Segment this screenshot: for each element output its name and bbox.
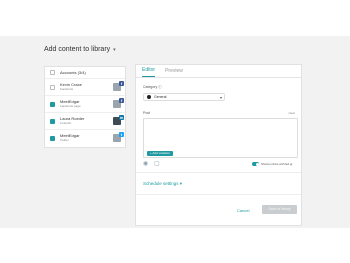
linkedin-icon: in bbox=[119, 115, 124, 120]
facebook-icon: f bbox=[119, 81, 124, 86]
page-title-text: Add content to library bbox=[44, 46, 111, 53]
post-textarea[interactable]: + Add variation bbox=[143, 118, 298, 158]
shorten-links-label: Shorten links with Ed.gr bbox=[261, 162, 293, 166]
category-value: General bbox=[154, 95, 167, 99]
account-network: LinkedIn bbox=[60, 120, 72, 125]
video-icon[interactable]: ▢ bbox=[154, 161, 160, 167]
account-row[interactable]: MeetEdgar Twitter t bbox=[45, 130, 125, 147]
account-checkbox[interactable] bbox=[50, 118, 55, 124]
schedule-settings-toggle[interactable]: Schedule settings ▾ bbox=[143, 181, 182, 187]
category-color-dot bbox=[147, 95, 151, 99]
post-label: Post bbox=[143, 111, 151, 115]
camera-icon[interactable]: ◉ bbox=[143, 161, 148, 167]
accounts-header-label: Accounts (3/4) bbox=[60, 70, 86, 75]
account-network: Facebook bbox=[60, 86, 74, 91]
account-network: Twitter bbox=[60, 138, 69, 143]
account-checkbox[interactable] bbox=[50, 101, 55, 107]
account-network: Facebook page bbox=[60, 103, 81, 108]
caret-down-icon[interactable]: ▾ bbox=[220, 95, 222, 100]
shorten-links-toggle[interactable] bbox=[252, 162, 259, 166]
page-background: Add content to library ▾ Accounts (3/4) … bbox=[0, 36, 350, 228]
tab-preview[interactable]: Preview bbox=[165, 68, 183, 77]
accounts-header: Accounts (3/4) bbox=[45, 67, 125, 79]
tab-editor[interactable]: Editor bbox=[142, 67, 156, 77]
divider bbox=[136, 172, 301, 173]
editor-panel: Editor Preview Category ⓘ General ▾ Post… bbox=[135, 64, 302, 226]
account-checkbox[interactable] bbox=[50, 136, 55, 141]
account-checkbox[interactable] bbox=[50, 84, 55, 90]
save-to-library-button[interactable]: Save to library bbox=[262, 205, 297, 214]
add-variation-button[interactable]: + Add variation bbox=[147, 151, 173, 156]
select-all-checkbox[interactable] bbox=[50, 70, 55, 75]
twitter-icon: t bbox=[119, 132, 124, 137]
account-row[interactable]: MeetEdgar Facebook page f bbox=[45, 96, 125, 113]
account-row[interactable]: Kevin Crace Facebook f bbox=[45, 79, 125, 96]
category-label: Category ⓘ bbox=[143, 85, 162, 89]
account-row[interactable]: Laura Roeder LinkedIn in bbox=[45, 113, 125, 130]
divider bbox=[136, 194, 301, 195]
facebook-icon: f bbox=[119, 98, 124, 103]
accounts-panel: Accounts (3/4) Kevin Crace Facebook f Me… bbox=[44, 66, 126, 148]
clear-link[interactable]: clear bbox=[288, 111, 295, 115]
cancel-button[interactable]: Cancel bbox=[237, 208, 249, 213]
editor-tabs: Editor Preview bbox=[136, 65, 301, 78]
page-title[interactable]: Add content to library ▾ bbox=[44, 46, 116, 53]
chevron-down-icon[interactable]: ▾ bbox=[113, 47, 116, 53]
category-select[interactable]: General ▾ bbox=[143, 93, 225, 101]
